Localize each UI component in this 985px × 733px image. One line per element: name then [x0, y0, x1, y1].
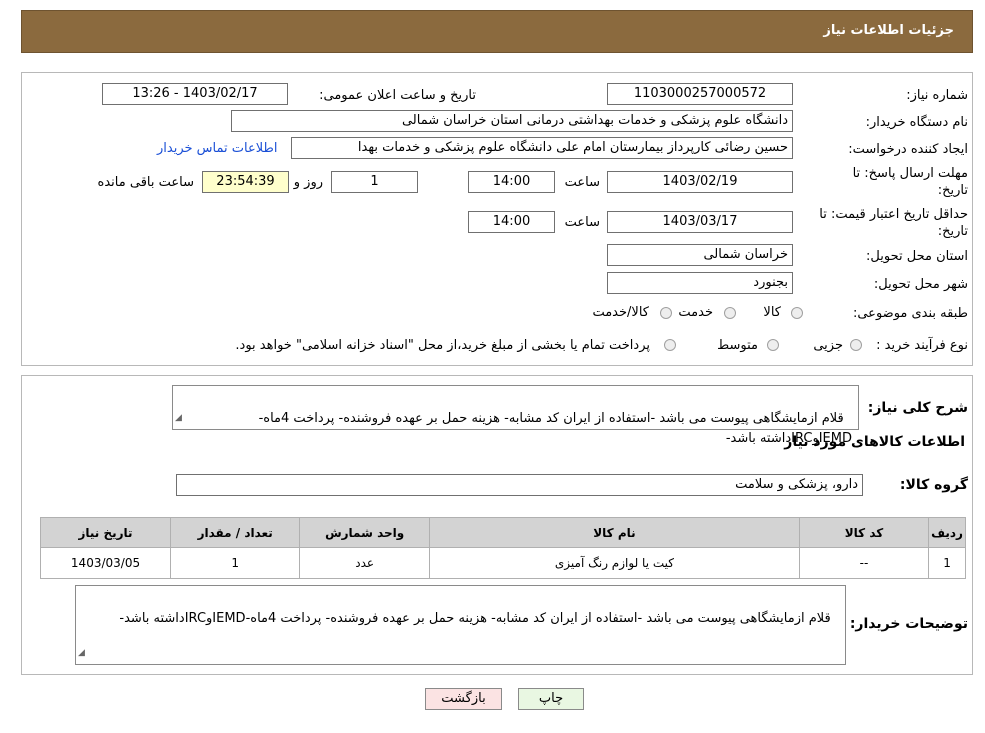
announce-datetime-label: تاریخ و ساعت اعلان عمومی:	[319, 88, 476, 103]
resize-grip-icon[interactable]: ◢	[78, 643, 85, 663]
requester-label: ایجاد کننده درخواست:	[848, 142, 968, 157]
need-number-field: 1103000257000572	[607, 83, 793, 105]
buyer-org-label: نام دستگاه خریدار:	[865, 115, 968, 130]
description-textarea: قلام ازمایشگاهی پیوست می باشد -استفاده ا…	[172, 385, 859, 446]
announce-datetime-field: 1403/02/17 - 13:26	[102, 83, 288, 105]
resize-grip-icon[interactable]: ◢	[175, 408, 182, 428]
category-option-goods-service: کالا/خدمت	[592, 305, 649, 320]
category-label: طبقه بندی موضوعی:	[852, 306, 968, 321]
goods-info-title: اطلاعات کالاهای مورد نیاز	[784, 434, 965, 450]
category-radio-goods-service[interactable]	[660, 307, 672, 319]
description-label: شرح کلی نیاز:	[867, 400, 968, 416]
delivery-city-label: شهر محل تحویل:	[873, 277, 968, 292]
buyer-notes-text: قلام ازمایشگاهی پیوست می باشد -استفاده ا…	[119, 611, 831, 626]
reply-deadline-label: مهلت ارسال پاسخ: تا	[852, 166, 968, 181]
category-radio-goods[interactable]	[791, 307, 803, 319]
category-radio-service[interactable]	[724, 307, 736, 319]
col-need-date: تاریخ نیاز	[39, 517, 172, 548]
cell-quantity: 1	[170, 547, 301, 579]
col-unit: واحد شمارش	[299, 517, 430, 548]
goods-table-header: ردیف کد کالا نام کالا واحد شمارش تعداد /…	[39, 517, 966, 548]
remaining-time-field: 23:54:39	[202, 171, 289, 193]
reply-deadline-label-date: تاریخ:	[937, 183, 968, 198]
col-quantity: تعداد / مقدار	[170, 517, 301, 548]
price-validity-label-date: تاریخ:	[937, 224, 968, 239]
page-title: جزئیات اطلاعات نیاز	[823, 23, 954, 38]
purchase-type-label: نوع فرآیند خرید :	[876, 338, 968, 353]
reply-deadline-time-field: 14:00	[468, 171, 555, 193]
cell-goods-name: کیت یا لوازم رنگ آمیزی	[428, 547, 800, 579]
category-option-goods: کالا	[763, 305, 781, 320]
cell-row-no: 1	[928, 547, 966, 579]
goods-table: ردیف کد کالا نام کالا واحد شمارش تعداد /…	[39, 517, 966, 579]
price-validity-label: حداقل تاریخ اعتبار قیمت: تا	[819, 207, 968, 222]
purchase-type-radio-treasury[interactable]	[664, 339, 676, 351]
table-row: 1 -- کیت یا لوازم رنگ آمیزی عدد 1 1403/0…	[39, 547, 966, 579]
need-number-label: شماره نیاز:	[906, 88, 968, 103]
cell-unit: عدد	[299, 547, 430, 579]
requester-field: حسین رضائی کارپرداز بیمارستان امام علی د…	[291, 137, 793, 159]
purchase-type-radio-minor[interactable]	[850, 339, 862, 351]
goods-group-label: گروه کالا:	[899, 477, 968, 493]
col-goods-code: کد کالا	[798, 517, 930, 548]
back-button[interactable]: بازگشت	[425, 688, 502, 710]
purchase-type-radio-medium[interactable]	[767, 339, 779, 351]
days-label: روز و	[293, 175, 323, 190]
price-validity-time-label: ساعت	[564, 215, 600, 230]
buyer-notes-textarea: قلام ازمایشگاهی پیوست می باشد -استفاده ا…	[75, 585, 846, 665]
reply-deadline-time-label: ساعت	[564, 175, 600, 190]
purchase-type-note: پرداخت تمام یا بخشی از مبلغ خرید،از محل …	[235, 338, 650, 353]
cell-goods-code: --	[798, 547, 930, 579]
price-validity-date-field: 1403/03/17	[607, 211, 793, 233]
print-button[interactable]: چاپ	[518, 688, 584, 710]
col-goods-name: نام کالا	[428, 517, 800, 548]
category-option-service: خدمت	[678, 305, 713, 320]
page-header: جزئیات اطلاعات نیاز	[21, 10, 973, 53]
delivery-city-field: بجنورد	[607, 272, 793, 294]
purchase-type-option-medium: متوسط	[717, 338, 758, 353]
remaining-time-label: ساعت باقی مانده	[97, 175, 194, 190]
cell-need-date: 1403/03/05	[39, 547, 172, 579]
purchase-type-option-minor: جزیی	[813, 338, 843, 353]
delivery-province-label: استان محل تحویل:	[866, 249, 968, 264]
buyer-org-field: دانشگاه علوم پزشکی و خدمات بهداشتی درمان…	[231, 110, 793, 132]
buyer-notes-label: توضیحات خریدار:	[849, 616, 968, 632]
delivery-province-field: خراسان شمالی	[607, 244, 793, 266]
buyer-contact-link[interactable]: اطلاعات تماس خریدار	[157, 141, 277, 156]
price-validity-time-field: 14:00	[468, 211, 555, 233]
goods-group-field: دارو، پزشکی و سلامت	[176, 474, 863, 496]
reply-deadline-date-field: 1403/02/19	[607, 171, 793, 193]
col-row-no: ردیف	[928, 517, 966, 548]
reply-deadline-days-field: 1	[331, 171, 418, 193]
